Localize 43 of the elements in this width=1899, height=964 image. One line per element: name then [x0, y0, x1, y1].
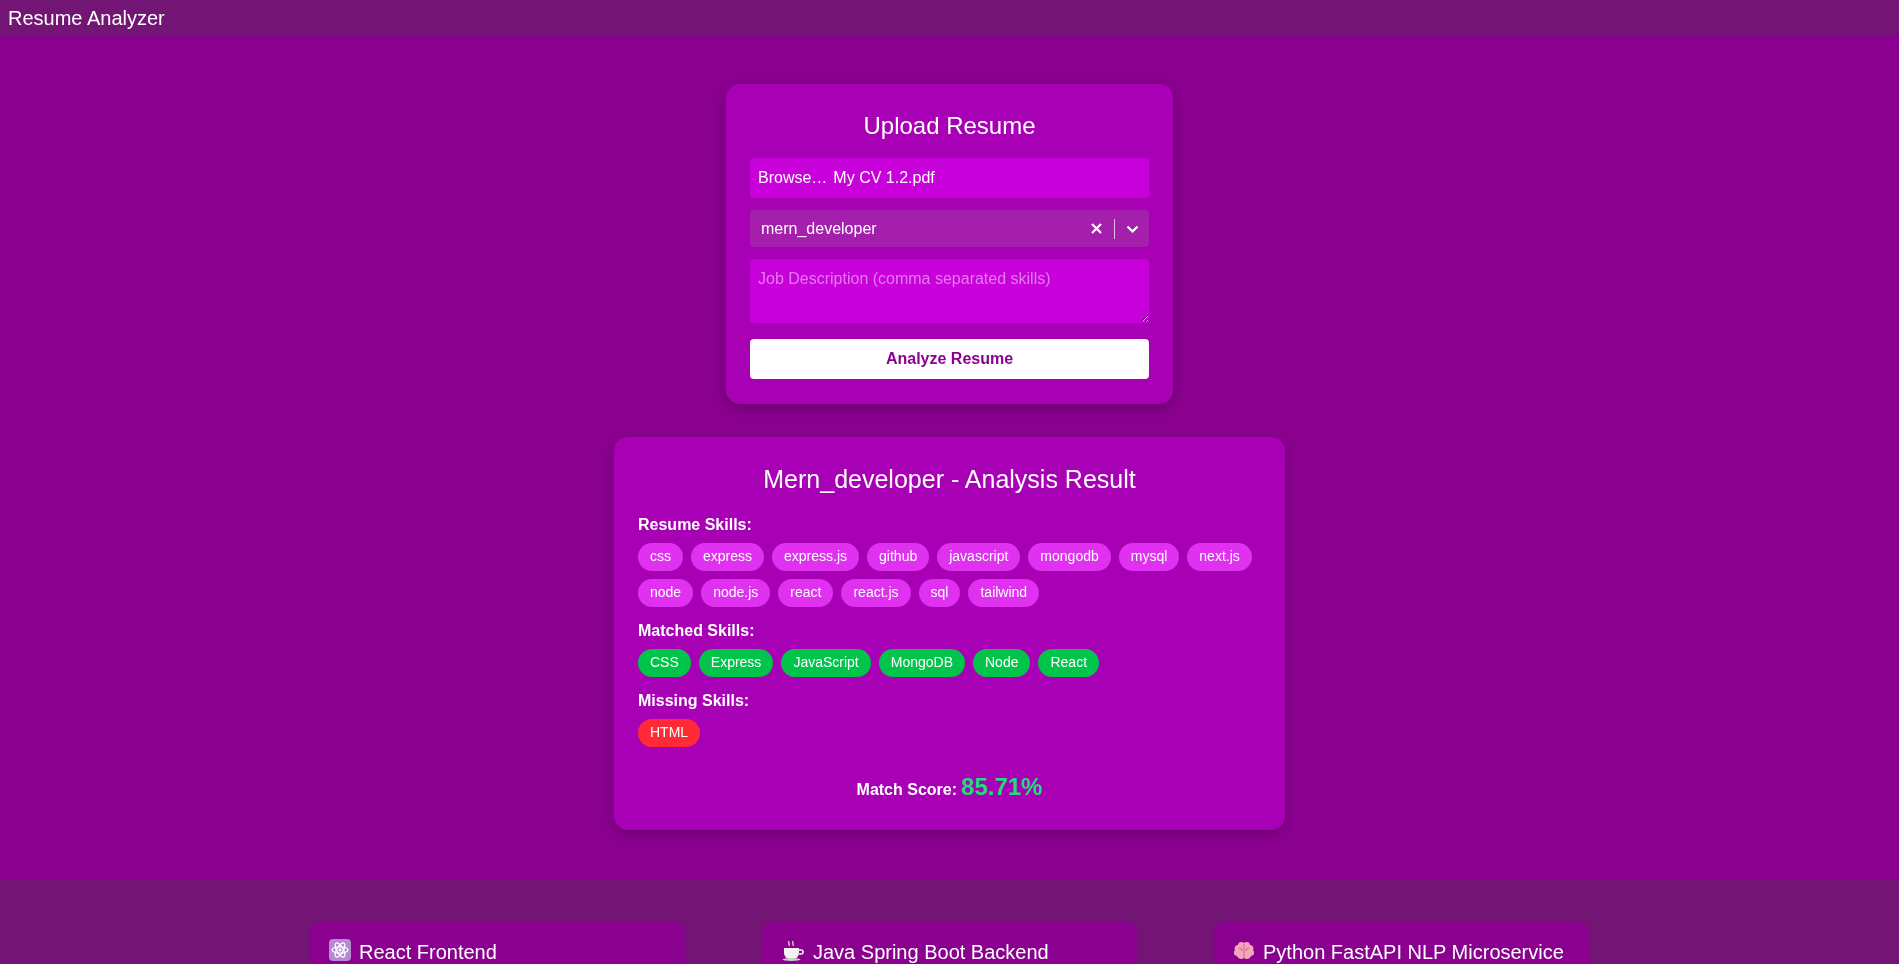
skill-tag: HTML	[638, 718, 701, 747]
skill-tag: javascript	[937, 542, 1021, 571]
skill-tag: mongodb	[1028, 542, 1111, 571]
chevron-down-icon[interactable]	[1126, 224, 1139, 233]
atom-icon	[329, 938, 351, 961]
skill-tag: sql	[918, 578, 961, 607]
job-description-field[interactable]: Job Description (comma separated skills)	[750, 259, 1149, 323]
app-title: Resume Analyzer	[8, 5, 165, 31]
file-input[interactable]: Browse… My CV 1.2.pdf	[750, 158, 1149, 198]
section-label: Matched Skills:	[638, 620, 755, 641]
cup-icon	[781, 938, 805, 961]
card-title: Upload Resume	[863, 111, 1036, 141]
clear-icon[interactable]	[1091, 223, 1102, 234]
section-label: Resume Skills:	[638, 514, 752, 535]
skill-tag: MongoDB	[878, 648, 965, 677]
brain-icon	[1233, 940, 1255, 961]
skill-tag: node	[638, 578, 694, 607]
skill-tag: mysql	[1118, 542, 1180, 571]
score-label: Match Score:	[856, 779, 958, 800]
match-score: 85.71%	[961, 771, 1043, 802]
role-select[interactable]: mern_developer	[750, 210, 1149, 247]
skill-tag: Node	[973, 648, 1031, 677]
card-title: Java Spring Boot Backend	[813, 939, 1049, 964]
skill-tag: node.js	[701, 578, 771, 607]
card-title: Python FastAPI NLP Microservice	[1263, 939, 1564, 964]
card-title: React Frontend	[359, 939, 497, 964]
result-title: Mern_developer - Analysis Result	[763, 464, 1136, 495]
skill-tag: react.js	[841, 578, 911, 607]
skill-tag: react	[778, 578, 834, 607]
skill-tag: css	[638, 542, 683, 571]
skill-tag: github	[867, 542, 930, 571]
skill-tag: JavaScript	[781, 648, 871, 677]
section-label: Missing Skills:	[638, 690, 750, 711]
file-name: My CV 1.2.pdf	[833, 168, 935, 188]
skill-tag: express	[691, 542, 765, 571]
analyze-button[interactable]: Analyze Resume	[750, 339, 1149, 379]
skill-tag: Express	[698, 648, 774, 677]
browse-button[interactable]: Browse…	[758, 166, 828, 190]
skill-tag: tailwind	[968, 578, 1040, 607]
skill-tag: next.js	[1187, 542, 1252, 571]
skill-tag: CSS	[638, 648, 691, 677]
skill-tag: React	[1038, 648, 1100, 677]
skill-tag: express.js	[772, 542, 860, 571]
